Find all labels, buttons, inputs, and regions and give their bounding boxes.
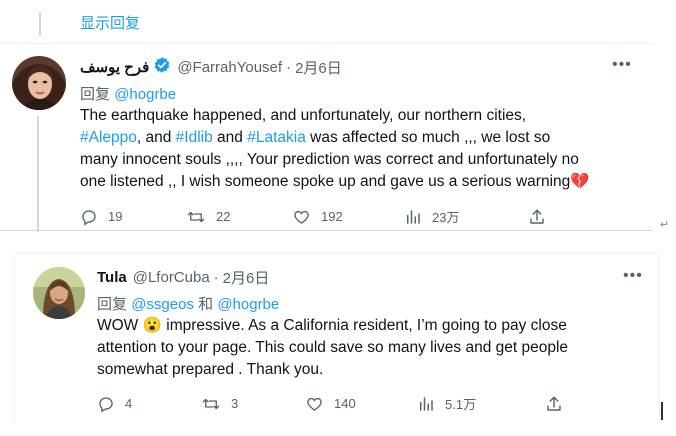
display-name[interactable]: Tula — [97, 269, 127, 286]
share-button[interactable] — [528, 208, 546, 226]
timestamp[interactable]: 2月6日 — [295, 57, 342, 78]
show-replies-row: 显示回复 — [0, 0, 652, 44]
hashtag-link[interactable]: #Aleppo — [80, 129, 137, 146]
views-count: 23万 — [432, 210, 460, 225]
views-button[interactable]: 23万 — [404, 207, 528, 226]
tweet-text-line: one listened ,, I wish someone spoke up … — [80, 171, 640, 193]
text-fragment: , and — [136, 129, 176, 146]
views-icon — [417, 395, 435, 413]
reply-count: 4 — [125, 396, 133, 411]
thread-line — [39, 12, 41, 36]
reply-to: 回复 @ssgeos 和 @hogrbe — [97, 293, 279, 314]
broken-heart-emoji: 💔 — [570, 173, 590, 190]
handle[interactable]: @LforCuba — [133, 269, 210, 286]
views-count: 5.1万 — [445, 397, 477, 412]
mention-link[interactable]: @hogrbe — [217, 296, 279, 313]
retweet-count: 22 — [216, 209, 231, 224]
like-count: 140 — [334, 396, 356, 411]
mention-link[interactable]: @hogrbe — [114, 86, 176, 103]
and-word: 和 — [198, 296, 214, 313]
text-cursor — [661, 402, 663, 420]
action-bar: 4 3 140 5.1万 — [97, 394, 563, 413]
retweet-button[interactable]: 22 — [186, 208, 292, 226]
text-fragment: impressive. As a California resident, I’… — [161, 317, 567, 334]
retweet-icon — [201, 395, 221, 413]
tweet-header: Tula @LforCuba · 2月6日 — [97, 267, 269, 288]
tweet[interactable]: Tula @LforCuba · 2月6日 ••• 回复 @ssgeos 和 @… — [14, 252, 660, 424]
tweet-text-line: #Aleppo, and #Idlib and #Latakia was aff… — [80, 127, 640, 149]
tweet-text: WOW 😮 impressive. As a California reside… — [97, 315, 637, 381]
retweet-icon — [186, 208, 206, 226]
like-icon — [305, 395, 324, 413]
tweet[interactable]: فرح يوسف @FarrahYousef · 2月6日 ••• 回复 @ho… — [0, 43, 652, 232]
reply-prefix: 回复 — [80, 86, 111, 103]
hashtag-link[interactable]: #Latakia — [247, 129, 306, 146]
tweet-text-line: attention to your page. This could save … — [97, 339, 569, 356]
avatar[interactable] — [12, 56, 66, 110]
share-icon — [528, 208, 546, 226]
separator: · — [213, 269, 219, 286]
thread-line — [37, 116, 39, 232]
action-bar: 19 22 192 23万 — [80, 207, 546, 226]
more-icon[interactable]: ••• — [612, 56, 632, 74]
tweet-text: The earthquake happened, and unfortunate… — [80, 105, 640, 193]
tweet-text-line: WOW 😮 impressive. As a California reside… — [97, 315, 637, 337]
tweet-text-line: The earthquake happened, and unfortunate… — [80, 107, 527, 124]
text-fragment: WOW — [97, 317, 143, 334]
reply-to: 回复 @hogrbe — [80, 83, 176, 104]
handle[interactable]: @FarrahYousef — [177, 59, 282, 76]
reply-count: 19 — [108, 209, 123, 224]
like-icon — [292, 208, 311, 226]
reply-icon — [80, 208, 98, 226]
avatar[interactable] — [33, 267, 85, 319]
like-button[interactable]: 192 — [292, 208, 404, 226]
timestamp[interactable]: 2月6日 — [223, 267, 270, 288]
reply-button[interactable]: 19 — [80, 208, 186, 226]
text-fragment: and — [212, 129, 248, 146]
text-fragment: one listened ,, I wish someone spoke up … — [80, 173, 571, 190]
mention-link[interactable]: @ssgeos — [131, 296, 194, 313]
views-button[interactable]: 5.1万 — [417, 394, 545, 413]
share-icon — [545, 395, 563, 413]
like-count: 192 — [321, 209, 343, 224]
more-icon[interactable]: ••• — [623, 267, 643, 285]
reply-button[interactable]: 4 — [97, 395, 201, 413]
retweet-count: 3 — [231, 396, 239, 411]
enter-mark: ↵ — [660, 219, 670, 231]
reply-icon — [97, 395, 115, 413]
views-icon — [404, 208, 422, 226]
share-button[interactable] — [545, 395, 563, 413]
retweet-button[interactable]: 3 — [201, 395, 305, 413]
separator: · — [286, 58, 292, 76]
surprised-emoji: 😮 — [142, 317, 162, 334]
verified-badge-icon — [153, 56, 171, 78]
hashtag-link[interactable]: #Idlib — [176, 129, 213, 146]
tweet-header: فرح يوسف @FarrahYousef · 2月6日 — [80, 56, 342, 78]
display-name[interactable]: فرح يوسف — [80, 58, 149, 76]
like-button[interactable]: 140 — [305, 395, 417, 413]
tweet-text-line: somewhat prepared . Thank you. — [97, 361, 324, 378]
reply-prefix: 回复 — [97, 296, 128, 313]
tweet-text-line: many innocent souls ,,,, Your prediction… — [80, 151, 579, 168]
text-fragment: was affected so much ,,, we lost so — [305, 129, 551, 146]
show-replies-link[interactable]: 显示回复 — [80, 12, 140, 33]
